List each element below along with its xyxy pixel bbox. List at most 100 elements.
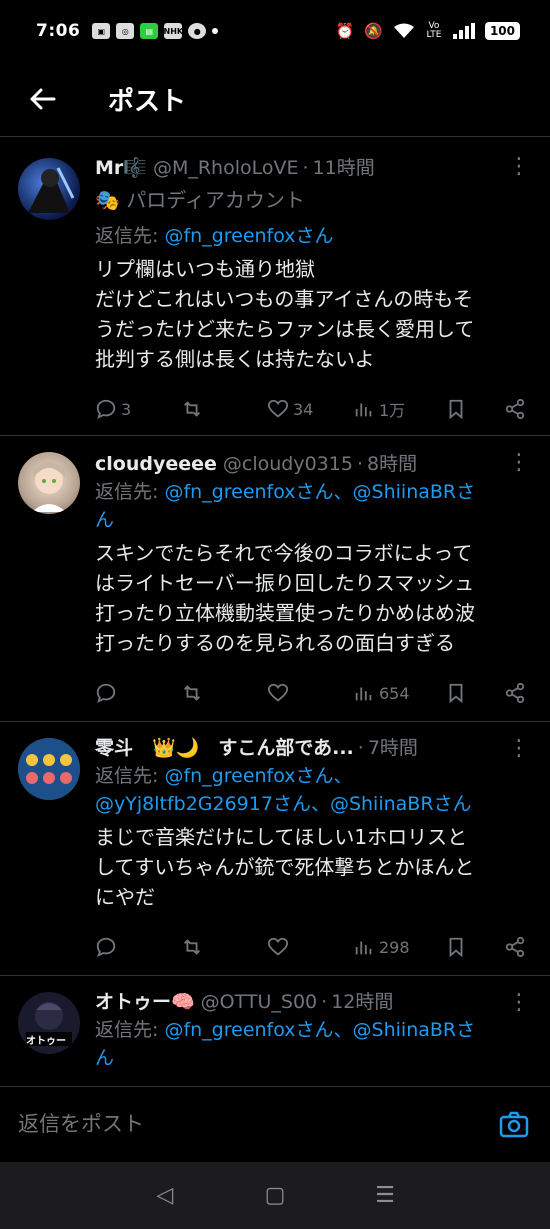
nav-back-button[interactable]: ◁ bbox=[145, 1176, 185, 1216]
status-time: 7:06 bbox=[36, 21, 81, 41]
tweet-text: まじで音楽だけにしてほしい1ホロリスと してすいちゃんが銃で死体撃ちとかほんと … bbox=[95, 825, 475, 909]
username[interactable]: @cloudy0315 bbox=[223, 450, 353, 478]
bookmark-icon bbox=[449, 399, 463, 420]
page-title: ポスト bbox=[108, 86, 187, 117]
like-button[interactable] bbox=[267, 936, 353, 958]
bookmark-button[interactable] bbox=[445, 398, 485, 420]
reply-to-line: 返信先: @fn_greenfoxさん bbox=[95, 222, 526, 250]
timestamp[interactable]: 7時間 bbox=[368, 734, 418, 762]
heart-icon bbox=[267, 937, 289, 956]
reply-icon bbox=[96, 683, 116, 704]
mention-link[interactable]: @fn_greenfoxさん bbox=[164, 225, 333, 247]
wifi-icon bbox=[393, 23, 414, 38]
views-button[interactable]: 654 bbox=[353, 682, 445, 704]
display-name[interactable]: Mr🎼 bbox=[95, 154, 147, 182]
reply-to-prefix: 返信先: bbox=[95, 765, 165, 787]
view-count: 298 bbox=[379, 937, 410, 957]
share-button[interactable] bbox=[504, 936, 526, 958]
mute-icon: 🔕 bbox=[364, 22, 383, 40]
avatar[interactable] bbox=[18, 158, 80, 220]
avatar[interactable]: オトゥー bbox=[18, 992, 80, 1054]
repost-button[interactable] bbox=[181, 936, 267, 958]
heart-icon bbox=[267, 683, 289, 702]
system-navigation-bar: ◁ ▢ ☰ bbox=[0, 1162, 550, 1229]
parody-label: 🎭 パロディアカウント bbox=[95, 188, 305, 212]
nav-home-button[interactable]: ▢ bbox=[255, 1176, 295, 1216]
tweet-actions: 3 34 1万 bbox=[95, 394, 526, 424]
app-icon: ◎ bbox=[116, 23, 135, 39]
share-button[interactable] bbox=[504, 398, 526, 420]
camera-icon[interactable] bbox=[498, 1109, 530, 1141]
heart-icon bbox=[267, 399, 289, 418]
system-icons: ⏰ 🔕 Vo LTE 100 bbox=[336, 22, 520, 40]
reply-tweet[interactable]: ⋮ 零斗 👑🌙 すこん部であ... · 7時間 返信先: @fn_greenfo… bbox=[0, 722, 550, 976]
mention-link[interactable]: ん bbox=[95, 509, 114, 531]
views-button[interactable]: 1万 bbox=[353, 397, 445, 421]
repost-button[interactable] bbox=[181, 682, 267, 704]
reply-icon bbox=[96, 399, 116, 420]
tweet-header: cloudyeeee @cloudy0315 · 8時間 bbox=[95, 450, 526, 478]
display-name[interactable]: cloudyeeee bbox=[95, 450, 217, 478]
reply-tweet[interactable]: ⋮ Mr🎼 @M_RholoLoVE · 11時間 🎭 パロディアカウント 返信… bbox=[0, 140, 550, 436]
alarm-icon: ⏰ bbox=[335, 22, 355, 40]
mention-link[interactable]: @fn_greenfoxさん、 bbox=[164, 765, 352, 787]
tweet-header: 零斗 👑🌙 すこん部であ... · 7時間 bbox=[95, 734, 526, 762]
battery-indicator: 100 bbox=[484, 22, 520, 40]
reply-tweet[interactable]: ⋮ cloudyeeee @cloudy0315 · 8時間 返信先: @fn_… bbox=[0, 436, 550, 722]
view-count: 654 bbox=[379, 683, 410, 703]
repost-button[interactable] bbox=[181, 398, 267, 420]
views-icon bbox=[355, 687, 372, 701]
username[interactable]: @OTTU_S00 bbox=[201, 988, 317, 1016]
mention-link[interactable]: @yYj8ltfb2G26917さん、@ShiinaBRさん bbox=[95, 793, 472, 815]
timestamp[interactable]: 8時間 bbox=[367, 450, 417, 478]
view-count: 1万 bbox=[379, 401, 406, 420]
timestamp[interactable]: 12時間 bbox=[331, 988, 393, 1016]
like-count: 34 bbox=[293, 399, 314, 419]
mention-link[interactable]: ん bbox=[95, 1047, 114, 1069]
timestamp[interactable]: 11時間 bbox=[313, 154, 375, 182]
share-icon bbox=[505, 398, 525, 420]
reply-to-line: 返信先: @fn_greenfoxさん、@ShiinaBRさん bbox=[95, 1016, 526, 1072]
like-button[interactable] bbox=[267, 682, 353, 704]
display-name[interactable]: 零斗 👑🌙 すこん部であ... bbox=[95, 734, 354, 762]
notification-icons: ▣ ◎ ▤ NHK ● bbox=[92, 23, 219, 39]
repost-icon bbox=[184, 939, 200, 955]
more-notifications-dot bbox=[212, 28, 219, 34]
back-arrow-icon[interactable] bbox=[12, 69, 72, 129]
reply-to-line: 返信先: @fn_greenfoxさん、@ShiinaBRさん bbox=[95, 478, 526, 534]
display-name[interactable]: オトゥー🧠 bbox=[95, 988, 195, 1016]
bookmark-button[interactable] bbox=[445, 936, 485, 958]
tweet-text: リプ欄はいつも通り地獄 だけどこれはいつもの事アイさんの時もそ うだったけど来た… bbox=[95, 257, 475, 371]
tweet-actions: 298 bbox=[95, 932, 526, 962]
reply-button[interactable] bbox=[95, 682, 181, 704]
share-button[interactable] bbox=[504, 682, 526, 704]
avatar[interactable] bbox=[18, 738, 80, 800]
reply-to-prefix: 返信先: bbox=[95, 481, 165, 503]
news-icon: ● bbox=[188, 23, 207, 39]
reply-to-prefix: 返信先: bbox=[95, 1019, 165, 1041]
nhk-icon: NHK bbox=[164, 23, 183, 39]
reply-input[interactable] bbox=[18, 1094, 458, 1155]
tweet-header: Mr🎼 @M_RholoLoVE · 11時間 bbox=[95, 154, 526, 182]
views-icon bbox=[355, 403, 372, 417]
repost-icon bbox=[184, 685, 200, 701]
volte-indicator: Vo LTE bbox=[426, 21, 442, 40]
nav-recents-button[interactable]: ☰ bbox=[365, 1176, 405, 1216]
views-icon bbox=[355, 941, 372, 955]
reply-tweet[interactable]: オトゥー ⋮ オトゥー🧠 @OTTU_S00 · 12時間 返信先: @fn_g… bbox=[0, 976, 550, 1086]
reply-button[interactable] bbox=[95, 936, 181, 958]
bookmark-button[interactable] bbox=[445, 682, 485, 704]
like-button[interactable]: 34 bbox=[267, 398, 353, 420]
mention-link[interactable]: @fn_greenfoxさん、@ShiinaBRさ bbox=[164, 481, 475, 503]
bookmark-icon bbox=[449, 683, 463, 704]
line-icon: ▤ bbox=[140, 23, 159, 39]
tweet-text: スキンでたらそれで今後のコラボによって はライトセーバー振り回したりスマッシュ … bbox=[95, 541, 475, 655]
username[interactable]: @M_RholoLoVE bbox=[153, 154, 299, 182]
avatar-label: オトゥー bbox=[26, 1036, 66, 1047]
mention-link[interactable]: @fn_greenfoxさん、@ShiinaBRさ bbox=[164, 1019, 475, 1041]
signal-icon bbox=[452, 23, 475, 39]
reply-button[interactable]: 3 bbox=[95, 398, 181, 420]
reply-composer bbox=[0, 1086, 550, 1162]
views-button[interactable]: 298 bbox=[353, 936, 445, 958]
avatar[interactable] bbox=[18, 452, 80, 514]
